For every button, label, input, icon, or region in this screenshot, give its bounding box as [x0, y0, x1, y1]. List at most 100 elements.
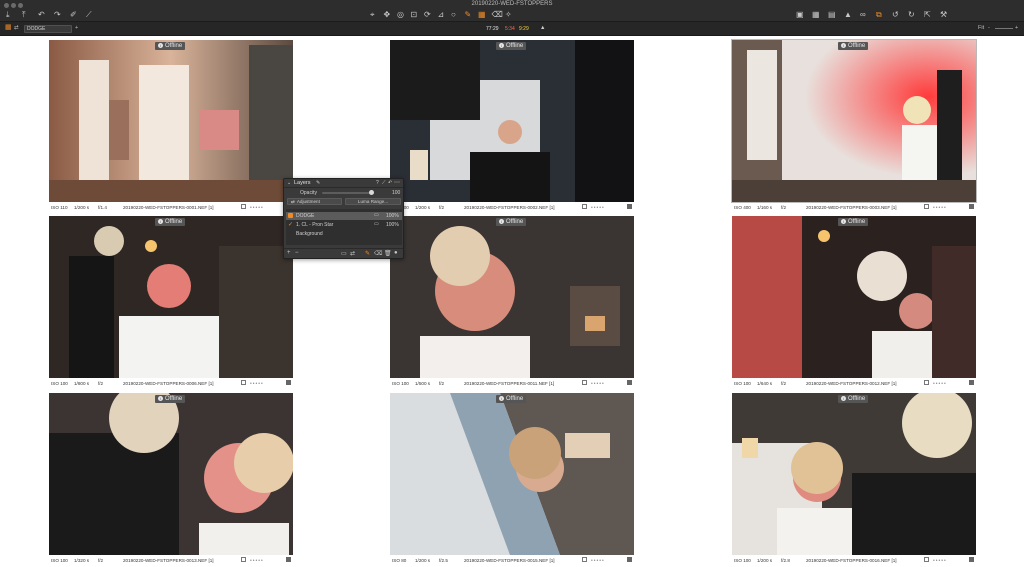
- eyedropper-icon[interactable]: ⟋: [86, 10, 92, 20]
- collapse-chevron-icon[interactable]: ⌄: [287, 180, 291, 186]
- opacity-slider[interactable]: [322, 190, 374, 195]
- eraser-tool-icon[interactable]: ⌫: [374, 250, 382, 257]
- white-balance-picker-icon[interactable]: ✧: [505, 10, 512, 20]
- image-thumbnail[interactable]: i Offline: [49, 393, 293, 555]
- layer-mask-icon[interactable]: ▭: [341, 250, 347, 257]
- select-checkbox[interactable]: [924, 557, 929, 562]
- select-checkbox[interactable]: [582, 380, 587, 385]
- spot-tool-icon[interactable]: ○: [451, 10, 456, 20]
- rating-dots[interactable]: •••••: [250, 557, 264, 565]
- rating-dots[interactable]: •••••: [933, 557, 947, 565]
- layer-row-background[interactable]: Background: [286, 230, 402, 238]
- add-layer-icon[interactable]: +: [287, 250, 291, 256]
- select-checkbox[interactable]: [582, 557, 587, 562]
- rating-dots[interactable]: •••••: [591, 557, 605, 565]
- redo-icon[interactable]: ↷: [54, 10, 61, 20]
- undo-icon[interactable]: ↶: [388, 180, 392, 186]
- layers-panel-header: ⌄ Layers ✎ ? ⟋ ↶ ⋯: [284, 179, 403, 188]
- compare-icon[interactable]: ▤: [828, 10, 836, 20]
- layer-row-dodge[interactable]: DODGE ▭ 100%: [286, 212, 402, 220]
- fit-label[interactable]: Fit: [978, 24, 984, 33]
- image-thumbnail[interactable]: i Offline: [49, 216, 293, 378]
- zoom-out-icon[interactable]: -: [988, 24, 990, 33]
- brush-tool-icon[interactable]: ✎: [365, 250, 370, 257]
- adjustment-dropdown[interactable]: ⇄ Adjustment: [287, 198, 342, 205]
- fill-mask-icon[interactable]: ●: [394, 250, 398, 256]
- reset-icon[interactable]: ↺: [892, 10, 899, 20]
- image-thumbnail[interactable]: i Offline: [390, 393, 634, 555]
- eyedropper-icon[interactable]: ⟋: [382, 180, 386, 186]
- select-checkbox[interactable]: [924, 204, 929, 209]
- pointer-tool-icon[interactable]: ⌖: [370, 10, 375, 20]
- zoom-slider[interactable]: [995, 28, 1013, 29]
- layer-adjust-icon: ⇄: [291, 199, 295, 204]
- brush-mask-icon[interactable]: ✎: [465, 10, 472, 20]
- import-icon[interactable]: ⤓: [6, 10, 10, 20]
- color-tag-icon[interactable]: [627, 380, 632, 385]
- remove-layer-icon[interactable]: −: [295, 250, 299, 256]
- luma-range-button[interactable]: Luma Range...: [345, 198, 401, 205]
- select-checkbox[interactable]: [924, 380, 929, 385]
- grid-icon[interactable]: ▦: [812, 10, 820, 20]
- image-thumbnail[interactable]: i Offline: [732, 216, 976, 378]
- rating-dots[interactable]: •••••: [933, 204, 947, 212]
- export-icon[interactable]: ⤒: [22, 10, 26, 20]
- rotate-tool-icon[interactable]: ⟳: [424, 10, 431, 20]
- image-thumbnail[interactable]: i Offline: [390, 216, 634, 378]
- glasses-icon[interactable]: ∞: [860, 10, 866, 20]
- select-checkbox[interactable]: [241, 557, 246, 562]
- crop-tool-icon[interactable]: ⊡: [411, 10, 418, 20]
- delete-layer-icon[interactable]: 🗑: [384, 250, 392, 257]
- rating-dots[interactable]: •••••: [250, 204, 264, 212]
- erase-mask-icon[interactable]: ⌫: [492, 10, 503, 20]
- image-thumbnail[interactable]: i Offline: [390, 40, 634, 202]
- opacity-slider-knob[interactable]: [369, 190, 374, 195]
- offline-badge: i Offline: [838, 42, 869, 50]
- layer-select-dropdown[interactable]: DODGE: [24, 25, 72, 33]
- color-tag-icon[interactable]: [969, 380, 974, 385]
- undo-icon[interactable]: ↶: [38, 10, 45, 20]
- rating-dots[interactable]: •••••: [933, 380, 947, 388]
- rating-dots[interactable]: •••••: [591, 204, 605, 212]
- info-icon: i: [158, 396, 163, 401]
- layer-check-icon[interactable]: ✓: [288, 221, 293, 229]
- add-layer-icon[interactable]: +: [75, 24, 78, 33]
- gradient-mask-icon[interactable]: ▦: [478, 10, 486, 20]
- keystone-tool-icon[interactable]: ⊿: [438, 10, 445, 20]
- viewer-icon[interactable]: ▣: [796, 10, 804, 20]
- image-thumbnail[interactable]: i Offline: [732, 393, 976, 555]
- image-thumbnail[interactable]: i Offline: [49, 40, 293, 202]
- brush-icon[interactable]: ✎: [316, 180, 320, 186]
- layers-grid-icon[interactable]: ▦: [5, 23, 12, 32]
- rating-dots[interactable]: •••••: [591, 380, 605, 388]
- tools-icon[interactable]: ⚒: [940, 10, 947, 20]
- color-tag-icon[interactable]: [969, 204, 974, 209]
- info-icon: i: [499, 219, 504, 224]
- color-tag-icon[interactable]: [627, 557, 632, 562]
- rating-dots[interactable]: •••••: [250, 380, 264, 388]
- color-tag-icon[interactable]: [286, 557, 291, 562]
- zoom-in-icon[interactable]: +: [1015, 24, 1018, 33]
- layer-link-icon[interactable]: ⇄: [14, 24, 19, 33]
- brush-icon[interactable]: ✐: [70, 10, 77, 20]
- image-thumbnail-selected[interactable]: i Offline: [731, 39, 977, 203]
- mask-icon[interactable]: ▭: [374, 220, 379, 228]
- layer-link-icon[interactable]: ⇄: [350, 250, 355, 257]
- mask-icon[interactable]: ▭: [374, 211, 379, 219]
- select-checkbox[interactable]: [241, 380, 246, 385]
- more-options-icon[interactable]: ⋯: [394, 179, 400, 186]
- color-tag-icon[interactable]: [969, 557, 974, 562]
- rotate-icon[interactable]: ↻: [908, 10, 915, 20]
- select-checkbox[interactable]: [582, 204, 587, 209]
- layer-row-cl-pron-star[interactable]: ✓ 1. CL - Pron Star ▭ 100%: [286, 221, 402, 229]
- color-tag-icon[interactable]: [627, 204, 632, 209]
- apply-icon[interactable]: ⇱: [924, 10, 931, 20]
- color-tag-icon[interactable]: [286, 380, 291, 385]
- help-icon[interactable]: ?: [376, 180, 379, 186]
- warning-icon[interactable]: ▲: [844, 10, 852, 20]
- layer-enabled-checkbox[interactable]: [288, 213, 293, 218]
- loupe-tool-icon[interactable]: ◎: [397, 10, 404, 20]
- copy-adjustments-icon[interactable]: ⧉: [876, 10, 882, 20]
- select-checkbox[interactable]: [241, 204, 246, 209]
- pan-tool-icon[interactable]: ✥: [384, 10, 391, 20]
